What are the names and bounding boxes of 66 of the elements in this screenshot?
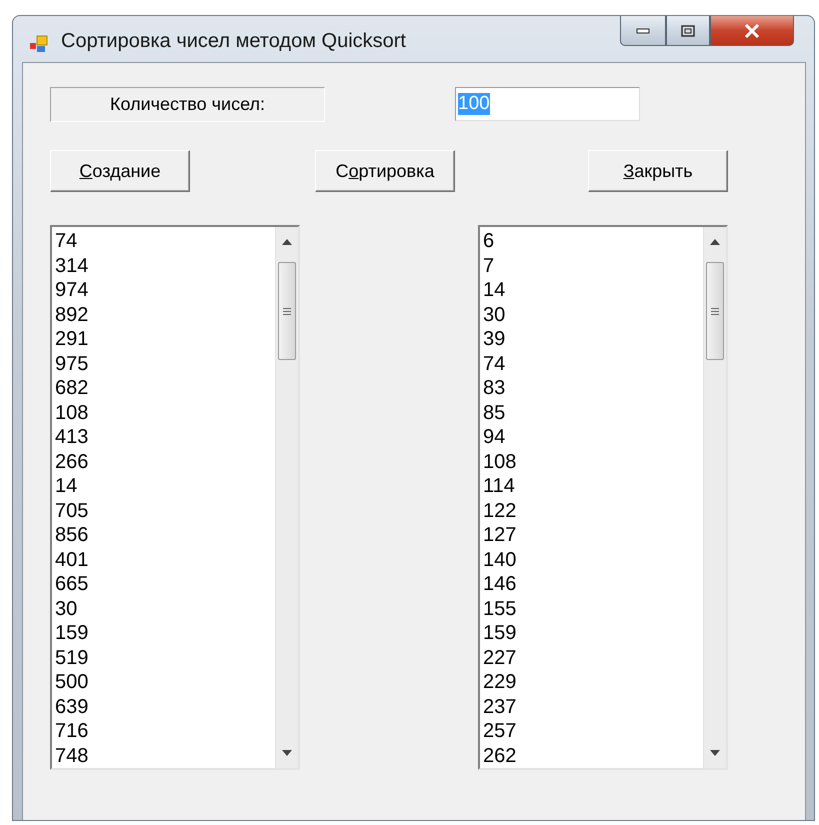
list-item[interactable]: 682 (55, 376, 275, 400)
list-item[interactable]: 519 (55, 646, 275, 670)
list-item[interactable]: 74 (55, 229, 275, 254)
close-icon (744, 24, 760, 38)
list-item[interactable]: 227 (483, 646, 703, 670)
list-item[interactable]: 262 (483, 744, 703, 768)
list-item[interactable]: 159 (55, 621, 275, 646)
count-label: Количество чисел: (50, 87, 325, 122)
list-item[interactable]: 974 (55, 278, 275, 302)
list-item[interactable]: 237 (483, 694, 703, 719)
list-item[interactable]: 705 (55, 498, 275, 523)
scroll-down-icon[interactable] (710, 750, 720, 756)
maximize-button[interactable] (666, 16, 710, 46)
app-icon (29, 34, 49, 54)
maximize-icon (681, 24, 695, 36)
window-title: Сортировка чисел методом Quicksort (61, 30, 406, 53)
scroll-thumb[interactable] (706, 262, 724, 360)
list-item[interactable]: 314 (55, 254, 275, 278)
list-item[interactable]: 6 (483, 229, 703, 254)
action-button[interactable]: Создание (50, 150, 190, 192)
list-item[interactable]: 413 (55, 425, 275, 450)
list-item[interactable]: 500 (55, 670, 275, 694)
list-item[interactable]: 140 (483, 548, 703, 572)
list-item[interactable]: 122 (483, 498, 703, 523)
list-item[interactable]: 665 (55, 572, 275, 596)
scroll-up-icon[interactable] (710, 239, 720, 245)
list-item[interactable]: 146 (483, 572, 703, 596)
close-button[interactable] (710, 16, 794, 46)
list-item[interactable]: 401 (55, 548, 275, 572)
scrollbar[interactable] (275, 227, 298, 768)
list-item[interactable]: 108 (483, 450, 703, 474)
minimize-button[interactable] (620, 16, 666, 46)
number-list[interactable]: 74 314 974 892 291 975 682 108 413 266 14 705 856 401 665 30 159 519 500 639 716 748 (50, 225, 300, 770)
list-item[interactable]: 639 (55, 694, 275, 719)
list-item[interactable]: 7 (483, 254, 703, 278)
list-item[interactable]: 856 (55, 523, 275, 548)
number-list[interactable]: 6 7 14 30 39 74 83 85 94 108 114 122 127 140 146 155 159 227 229 237 257 262 (478, 225, 728, 770)
list-item[interactable]: 108 (55, 400, 275, 425)
list-item[interactable]: 85 (483, 400, 703, 425)
list-item[interactable]: 229 (483, 670, 703, 694)
list-item[interactable]: 892 (55, 302, 275, 327)
list-item[interactable]: 155 (483, 596, 703, 621)
list-item[interactable]: 74 (483, 352, 703, 376)
list-item[interactable]: 975 (55, 352, 275, 376)
minimize-icon (636, 28, 650, 34)
list-item[interactable]: 127 (483, 523, 703, 548)
list-item[interactable]: 114 (483, 474, 703, 498)
list-item[interactable]: 266 (55, 450, 275, 474)
action-button[interactable]: Сортировка (315, 150, 455, 192)
list-item[interactable]: 94 (483, 425, 703, 450)
list-item[interactable]: 257 (483, 719, 703, 744)
list-item[interactable]: 83 (483, 376, 703, 400)
list-item[interactable]: 30 (55, 596, 275, 621)
list-item[interactable]: 716 (55, 719, 275, 744)
list-item[interactable]: 159 (483, 621, 703, 646)
scroll-down-icon[interactable] (282, 750, 292, 756)
list-item[interactable]: 14 (483, 278, 703, 302)
list-item[interactable]: 748 (55, 744, 275, 768)
action-button[interactable]: Закрыть (588, 150, 728, 192)
list-item[interactable]: 291 (55, 327, 275, 352)
scroll-up-icon[interactable] (282, 239, 292, 245)
scrollbar[interactable] (703, 227, 726, 768)
scroll-thumb[interactable] (278, 262, 296, 360)
list-item[interactable]: 30 (483, 302, 703, 327)
list-item[interactable]: 39 (483, 327, 703, 352)
list-item[interactable]: 14 (55, 474, 275, 498)
